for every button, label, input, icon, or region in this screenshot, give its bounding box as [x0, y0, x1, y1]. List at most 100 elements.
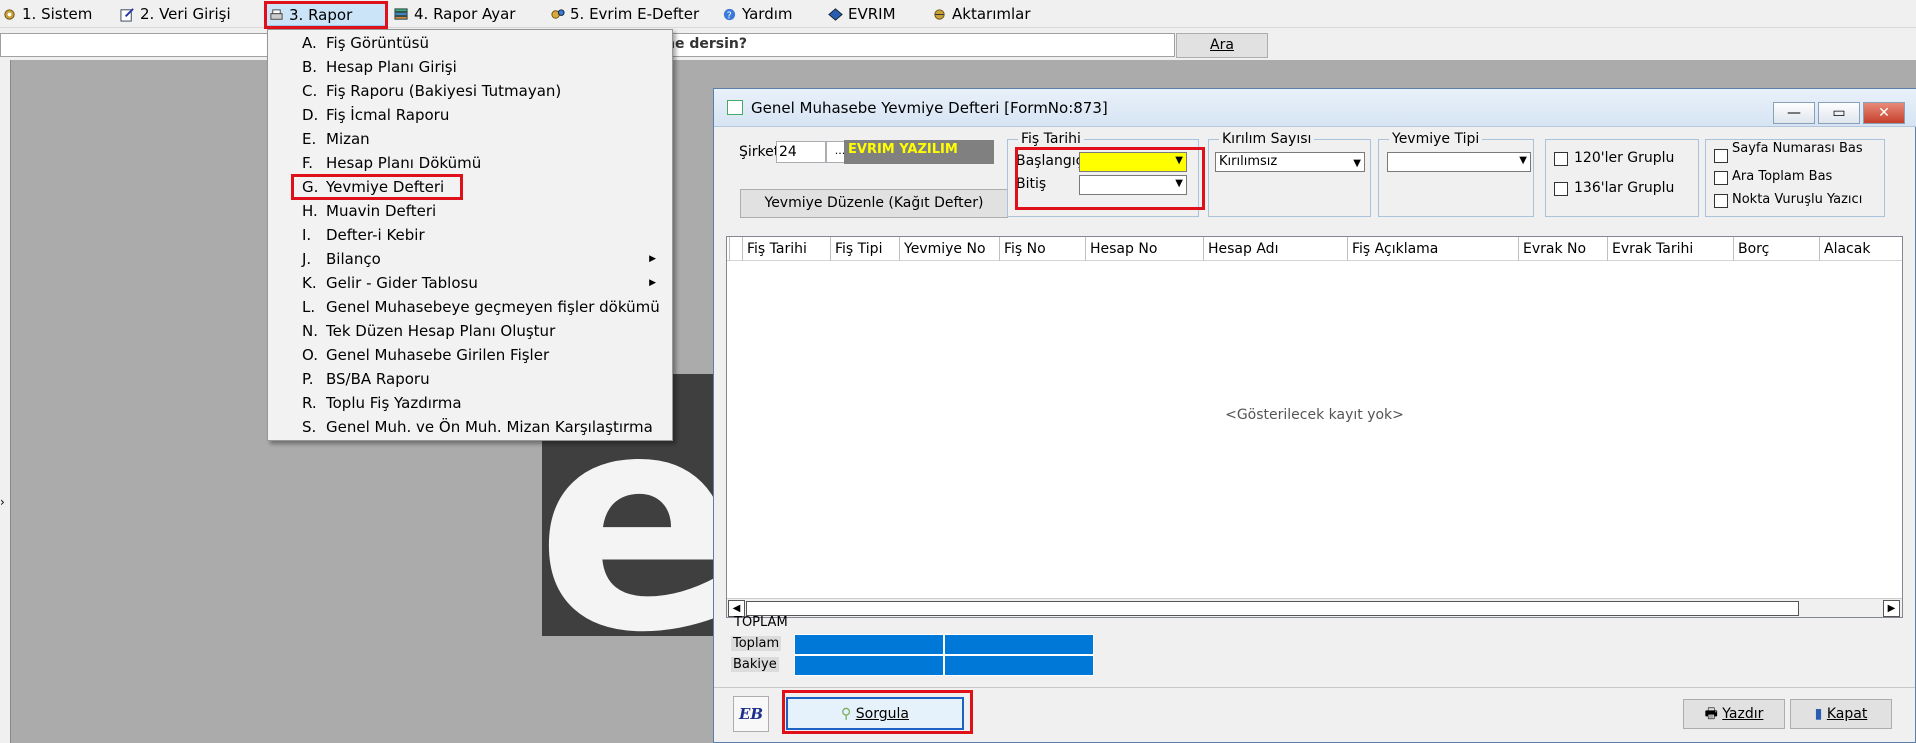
eb-logo-icon[interactable]: EB: [733, 696, 769, 732]
menu-item-bilanco[interactable]: J. Bilanço ▶: [302, 248, 666, 270]
submenu-arrow-icon: ▶: [649, 278, 656, 288]
toplam-title: TOPLAM: [734, 615, 788, 630]
item-letter: P.: [302, 370, 314, 388]
toplam-borc-cell: [794, 634, 944, 655]
yevmiye-grid: Fiş Tarihi Fiş Tipi Yevmiye No Fiş No He…: [726, 236, 1903, 618]
menu-sistem[interactable]: 1. Sistem: [0, 2, 92, 26]
search-button[interactable]: Ara: [1176, 33, 1268, 58]
menu-item-tek-duzen[interactable]: N. Tek Düzen Hesap Planı Oluştur: [302, 320, 555, 342]
fis-tarihi-title: Fiş Tarihi: [1018, 131, 1084, 147]
column-yevmiye-no[interactable]: Yevmiye No: [899, 237, 999, 261]
menu-label: 2. Veri Girişi: [140, 5, 231, 23]
column-borc[interactable]: Borç: [1733, 237, 1819, 261]
kapat-label: Kapat: [1826, 706, 1868, 722]
item-label: Bilanço: [326, 250, 381, 268]
menu-item-muavin-defteri[interactable]: H. Muavin Defteri: [302, 200, 436, 222]
menu-yardim[interactable]: ? Yardım: [720, 2, 793, 26]
kirilim-select[interactable]: Kırılımsız ▼: [1215, 152, 1365, 172]
kapat-button[interactable]: ▮ Kapat: [1790, 699, 1892, 729]
menu-item-gecmeyen-fisler[interactable]: L. Genel Muhasebeye geçmeyen fişler döküm…: [302, 296, 660, 318]
column-evrak-no[interactable]: Evrak No: [1518, 237, 1607, 261]
menu-item-defteri-kebir[interactable]: I. Defter-i Kebir: [302, 224, 425, 246]
left-gutter: [0, 60, 10, 743]
bakiye-borc-cell: [794, 655, 944, 676]
menu-item-mizan-karsilastirma[interactable]: S. Genel Muh. ve Ön Muh. Mizan Karşılaştı…: [302, 416, 653, 438]
column-hesap-no[interactable]: Hesap No: [1085, 237, 1203, 261]
bitis-date-picker[interactable]: ▼: [1079, 175, 1187, 195]
sirket-code-input[interactable]: 24: [776, 141, 826, 163]
minimize-button[interactable]: —: [1773, 102, 1815, 124]
menu-item-yevmiye-defteri[interactable]: G. Yevmiye Defteri: [302, 176, 444, 198]
sayfa-checkbox[interactable]: [1714, 149, 1728, 163]
menu-item-bsba-raporu[interactable]: P. BS/BA Raporu: [302, 368, 430, 390]
nokta-checkbox[interactable]: [1714, 194, 1728, 208]
column-alacak[interactable]: Alacak: [1819, 237, 1902, 261]
search-icon: ⚲: [841, 706, 852, 722]
printer-icon: 🖶: [1704, 706, 1718, 722]
menu-item-gelir-gider[interactable]: K. Gelir - Gider Tablosu ▶: [302, 272, 666, 294]
menu-label: 1. Sistem: [22, 5, 93, 23]
bakiye-alacak-cell: [944, 655, 1094, 676]
menu-item-girilen-fisler[interactable]: O. Genel Muhasebe Girilen Fişler: [302, 344, 549, 366]
column-hesap-adi[interactable]: Hesap Adı: [1203, 237, 1347, 261]
menu-evrim-edefter[interactable]: 5. Evrim E-Defter: [548, 2, 699, 26]
baslangic-date-picker[interactable]: ▼: [1079, 152, 1187, 172]
column-fis-tarihi[interactable]: Fiş Tarihi: [742, 237, 830, 261]
dropdown-arrow-icon: ▼: [1175, 178, 1183, 189]
maximize-button[interactable]: ▭: [1818, 102, 1860, 124]
menu-item-fis-goruntusu[interactable]: A. Fiş Görüntüsü: [302, 32, 429, 54]
edit-icon: [120, 8, 134, 22]
scroll-thumb[interactable]: [746, 601, 1799, 616]
column-fis-aciklama[interactable]: Fiş Açıklama: [1347, 237, 1518, 261]
column-fis-no[interactable]: Fiş No: [999, 237, 1085, 261]
svg-text:?: ?: [727, 10, 732, 21]
nokta-label: Nokta Vuruşlu Yazıcı: [1732, 192, 1863, 207]
printer-icon: [270, 9, 283, 20]
chevron-right-icon[interactable]: ›: [0, 495, 5, 509]
yazdir-button[interactable]: 🖶 Yazdır: [1683, 699, 1785, 729]
item-letter: B.: [302, 58, 318, 76]
sirket-label: Şirket: [739, 144, 780, 160]
menu-rapor[interactable]: 3. Rapor: [266, 2, 386, 26]
ara-toplam-checkbox[interactable]: [1714, 171, 1728, 185]
sorgula-label: Sorgula: [855, 706, 909, 722]
close-button[interactable]: ✕: [1863, 102, 1905, 124]
menu-item-hesap-plani-girisi[interactable]: B. Hesap Planı Girişi: [302, 56, 457, 78]
help-icon: ?: [723, 8, 736, 21]
g120-checkbox[interactable]: [1554, 152, 1568, 166]
menu-rapor-ayar[interactable]: 4. Rapor Ayar: [392, 2, 515, 26]
grup-group: 120'ler Gruplu 136'lar Gruplu: [1545, 139, 1699, 217]
menu-item-fis-icmal-raporu[interactable]: D. Fiş İcmal Raporu: [302, 104, 449, 126]
empty-grid-message: <Gösterilecek kayıt yok>: [1225, 407, 1404, 423]
g136-checkbox[interactable]: [1554, 182, 1568, 196]
menu-item-fis-raporu[interactable]: C. Fiş Raporu (Bakiyesi Tutmayan): [302, 80, 561, 102]
yevmiye-tipi-select[interactable]: ▼: [1387, 152, 1531, 172]
sorgula-button[interactable]: ⚲ Sorgula: [786, 697, 964, 730]
yevmiye-duzenle-button[interactable]: Yevmiye Düzenle (Kağıt Defter): [740, 189, 1008, 218]
menu-item-toplu-fis[interactable]: R. Toplu Fiş Yazdırma: [302, 392, 462, 414]
column-evrak-tarihi[interactable]: Evrak Tarihi: [1607, 237, 1733, 261]
dropdown-arrow-icon: ▼: [1175, 155, 1183, 166]
menu-veri-girisi[interactable]: 2. Veri Girişi: [118, 2, 231, 26]
menu-item-mizan[interactable]: E. Mizan: [302, 128, 370, 150]
scroll-right-icon[interactable]: ▶: [1883, 600, 1900, 617]
item-letter: J.: [302, 250, 312, 268]
item-letter: I.: [302, 226, 312, 244]
menu-evrim[interactable]: EVRIM: [826, 2, 896, 26]
menu-aktarimlar[interactable]: Aktarımlar: [930, 2, 1031, 26]
horizontal-scrollbar[interactable]: ◀ ▶: [727, 598, 1902, 617]
g136-label: 136'lar Gruplu: [1574, 180, 1675, 196]
column-fis-tipi[interactable]: Fiş Tipi: [830, 237, 899, 261]
item-letter: E.: [302, 130, 317, 148]
item-label: Yevmiye Defteri: [326, 178, 445, 196]
menu-label: EVRIM: [848, 5, 896, 23]
menu-item-hesap-plani-dokumu[interactable]: F. Hesap Planı Dökümü: [302, 152, 481, 174]
item-letter: N.: [302, 322, 318, 340]
print-options-group: Sayfa Numarası Bas Ara Toplam Bas Nokta …: [1705, 139, 1885, 217]
ara-toplam-label: Ara Toplam Bas: [1732, 169, 1833, 184]
window-titlebar: Genel Muhasebe Yevmiye Defteri [FormNo:8…: [714, 89, 1916, 127]
grid-header: Fiş Tarihi Fiş Tipi Yevmiye No Fiş No He…: [727, 237, 1902, 261]
item-letter: K.: [302, 274, 317, 292]
item-letter: R.: [302, 394, 317, 412]
fis-tarihi-group: Fiş Tarihi Başlangıç ▼ Bitiş ▼: [1007, 131, 1199, 217]
